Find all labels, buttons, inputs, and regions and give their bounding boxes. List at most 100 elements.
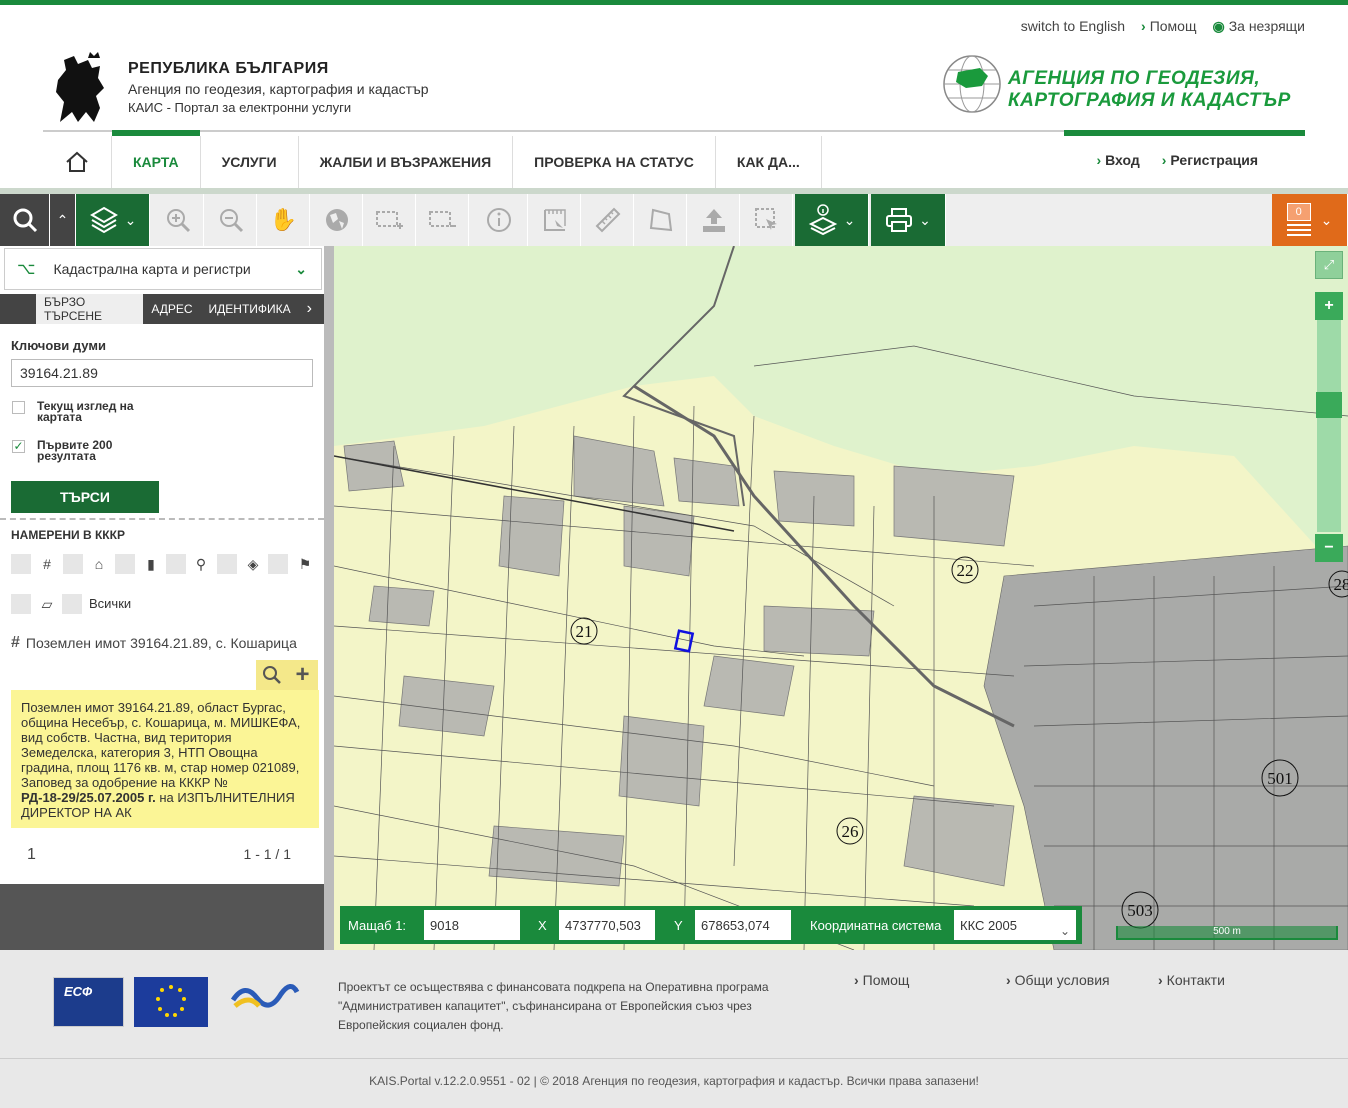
zoom-in-button[interactable]	[152, 194, 204, 246]
nav-how-to[interactable]: КАК ДА...	[716, 136, 822, 188]
first-200-label-line-2: резултата	[37, 449, 96, 463]
search-tabs: БЪРЗО ТЪРСЕНЕ АДРЕС ИДЕНТИФИКА ›	[0, 294, 324, 324]
chevron-down-icon: ⌄	[1320, 211, 1333, 228]
map-toolbar: ⌃ ⌄ ✋ ⌄ ⌄ 0 ⌄	[0, 194, 1348, 246]
help-link[interactable]: › Помощ	[1141, 18, 1196, 35]
footer-help-label: Помощ	[862, 972, 910, 988]
layers-button[interactable]: ⌄	[76, 194, 150, 246]
filter-swatch[interactable]	[217, 554, 237, 574]
brand-block[interactable]: РЕПУБЛИКА БЪЛГАРИЯ Агенция по геодезия, …	[48, 52, 448, 128]
filter-all-label[interactable]: Всички	[89, 596, 131, 611]
filter-swatch[interactable]	[268, 554, 288, 574]
fullscreen-button[interactable]: ⤢	[1315, 251, 1343, 279]
filter-swatch[interactable]	[11, 594, 31, 614]
chevron-down-icon: ⌄	[843, 211, 856, 228]
identify-layers-button[interactable]: ⌄	[795, 194, 869, 246]
building-filter-icon[interactable]: ⌂	[89, 554, 109, 574]
zoom-box-out-button[interactable]	[417, 194, 469, 246]
search-tool-button[interactable]	[0, 194, 50, 246]
layer-selector[interactable]: ⌥ Кадастрална карта и регистри ⌄	[4, 248, 322, 290]
sidebar-collapse-handle[interactable]	[324, 246, 334, 950]
map-label-28: 28	[1334, 575, 1348, 594]
location-pin-icon[interactable]: ⚲	[191, 554, 211, 574]
search-expand-button[interactable]: ⌃	[50, 194, 76, 246]
project-text: Проектът се осъществява с финансовата по…	[338, 978, 808, 1035]
tabs-scroll-right-button[interactable]: ›	[299, 294, 324, 324]
tab-address[interactable]: АДРЕС	[143, 294, 200, 324]
info-button[interactable]	[470, 194, 528, 246]
polygon-filter-icon[interactable]: ▱	[37, 594, 57, 614]
login-link[interactable]: › Вход	[1096, 152, 1139, 168]
zoom-box-in-button[interactable]	[364, 194, 416, 246]
full-extent-button[interactable]	[311, 194, 363, 246]
chevron-right-icon: ›	[1006, 972, 1011, 988]
info-line: РД-18-29/25.07.2005 г. на ИЗПЪЛНИТЕЛНИЯ	[21, 790, 309, 805]
language-switch-link[interactable]: switch to English	[1021, 18, 1125, 35]
measure-area-button[interactable]	[529, 194, 581, 246]
filter-swatch[interactable]	[11, 554, 31, 574]
info-line: Земеделска, категория 3, НТП Овощна	[21, 745, 258, 760]
search-button[interactable]: ТЪРСИ	[11, 481, 159, 513]
nav-services[interactable]: УСЛУГИ	[201, 136, 299, 188]
login-label: Вход	[1105, 152, 1140, 168]
select-button[interactable]	[741, 194, 793, 246]
register-link[interactable]: › Регистрация	[1162, 152, 1258, 168]
upload-icon	[702, 209, 725, 232]
zoom-slider-track[interactable]	[1317, 320, 1341, 532]
footer-contacts-link[interactable]: › Контакти	[1158, 972, 1310, 988]
map-canvas[interactable]: 21 22 26 501 503 28	[334, 246, 1348, 950]
chevron-down-icon: ⌄	[124, 211, 137, 228]
layers-filter-icon[interactable]: ◈	[243, 554, 263, 574]
map-label-21: 21	[576, 622, 593, 641]
pan-button[interactable]: ✋	[258, 194, 310, 246]
filter-swatch[interactable]	[62, 594, 82, 614]
upload-button[interactable]	[688, 194, 740, 246]
esf-logo: ЕСФ	[53, 977, 124, 1027]
layers-icon	[89, 206, 118, 234]
pan-hand-icon: ✋	[269, 207, 298, 232]
crs-select[interactable]: ККС 2005 ⌄	[954, 910, 1076, 940]
nav-status-check[interactable]: ПРОВЕРКА НА СТАТУС	[513, 136, 716, 188]
zoom-box-in-icon	[375, 211, 403, 229]
info-icon	[486, 208, 511, 232]
filter-swatch[interactable]	[166, 554, 186, 574]
zoom-box-out-icon	[428, 211, 456, 227]
current-view-checkbox[interactable]	[12, 401, 25, 414]
page-number[interactable]: 1	[11, 846, 36, 864]
zoom-out-control[interactable]: −	[1315, 534, 1343, 562]
scale-input[interactable]: 9018	[424, 910, 520, 940]
keywords-input[interactable]	[11, 359, 313, 387]
draw-polygon-button[interactable]	[635, 194, 687, 246]
zoom-to-result-button[interactable]	[256, 660, 287, 690]
parcel-filter-icon[interactable]: #	[37, 554, 57, 574]
print-button[interactable]: ⌄	[871, 194, 946, 246]
agency-logo[interactable]: АГЕНЦИЯ ПО ГЕОДЕЗИЯ, КАРТОГРАФИЯ И КАДАС…	[942, 54, 1312, 116]
nav-complaints[interactable]: ЖАЛБИ И ВЪЗРАЖЕНИЯ	[299, 136, 514, 188]
tab-quick-search[interactable]: БЪРЗО ТЪРСЕНЕ	[36, 294, 144, 324]
first-200-checkbox[interactable]: ✓	[12, 440, 25, 453]
cart-button[interactable]: 0 ⌄	[1272, 194, 1348, 246]
unit-filter-icon[interactable]: ▮	[141, 554, 161, 574]
filter-swatch[interactable]	[115, 554, 135, 574]
chevron-right-icon: ›	[1141, 18, 1146, 34]
chevron-down-icon: ⌄	[919, 211, 931, 228]
nav-map[interactable]: КАРТА	[112, 136, 201, 188]
result-item[interactable]: # Поземлен имот 39164.21.89, с. Кошарица	[11, 628, 319, 658]
zoom-slider-handle[interactable]	[1316, 392, 1342, 418]
footer-help-link[interactable]: › Помощ	[854, 972, 1006, 988]
info-line: община Несебър, с. Кошарица, м. МИШКЕФА,	[21, 715, 301, 730]
footer-terms-link[interactable]: › Общи условия	[1006, 972, 1158, 988]
footer-links: › Помощ › Общи условия › Контакти	[854, 972, 1310, 988]
filter-swatch[interactable]	[63, 554, 83, 574]
measure-distance-button[interactable]	[582, 194, 634, 246]
add-to-cart-button[interactable]: +	[287, 660, 318, 690]
zoom-in-control[interactable]: +	[1315, 292, 1343, 320]
header-accent-bar	[1064, 130, 1305, 136]
register-label: Регистрация	[1170, 152, 1258, 168]
map-label-503: 503	[1127, 901, 1153, 920]
home-link[interactable]	[43, 136, 112, 188]
tab-identifier[interactable]: ИДЕНТИФИКА	[201, 294, 299, 324]
accessibility-link[interactable]: ◉ За незрящи	[1212, 18, 1305, 35]
flag-filter-icon[interactable]: ⚑	[295, 554, 315, 574]
zoom-out-button[interactable]	[205, 194, 257, 246]
